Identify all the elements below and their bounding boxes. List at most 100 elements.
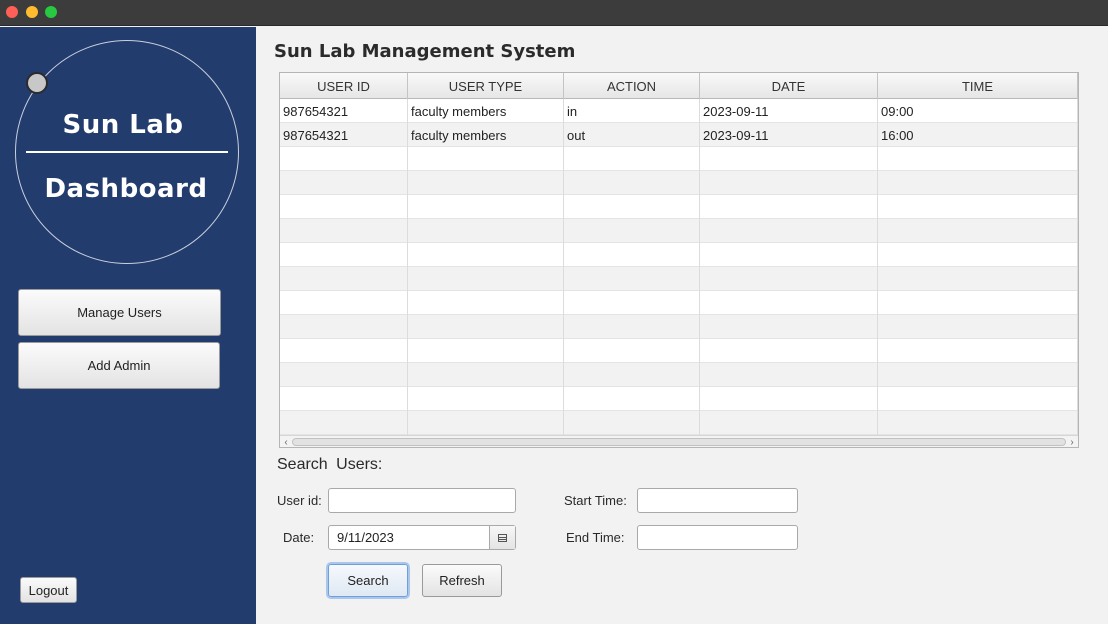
manage-users-button[interactable]: Manage Users: [18, 289, 221, 336]
column-header-date[interactable]: DATE: [700, 73, 878, 99]
empty-cell: [878, 291, 1078, 315]
empty-cell: [280, 387, 408, 411]
empty-table-row[interactable]: [280, 243, 1078, 267]
cell-date: 2023-09-11: [700, 123, 878, 147]
empty-cell: [408, 219, 564, 243]
date-picker-button[interactable]: [489, 526, 515, 549]
end-time-field[interactable]: [637, 525, 798, 550]
column-header-time[interactable]: TIME: [878, 73, 1078, 99]
column-header-action[interactable]: ACTION: [564, 73, 700, 99]
empty-cell: [878, 411, 1078, 435]
empty-cell: [700, 195, 878, 219]
horizontal-scrollbar[interactable]: ‹ ›: [280, 435, 1078, 448]
empty-table-row[interactable]: [280, 267, 1078, 291]
table-row[interactable]: 987654321 faculty members in 2023-09-11 …: [280, 99, 1078, 123]
empty-table-row[interactable]: [280, 411, 1078, 435]
empty-cell: [700, 171, 878, 195]
empty-cell: [280, 147, 408, 171]
brand-title: Sun Lab: [62, 110, 184, 140]
empty-table-row[interactable]: [280, 387, 1078, 411]
empty-cell: [564, 267, 700, 291]
empty-cell: [700, 291, 878, 315]
table-row[interactable]: 987654321 faculty members out 2023-09-11…: [280, 123, 1078, 147]
empty-cell: [280, 267, 408, 291]
empty-cell: [878, 267, 1078, 291]
empty-cell: [878, 387, 1078, 411]
user-id-field[interactable]: [328, 488, 516, 513]
column-header-user-id[interactable]: USER ID: [280, 73, 408, 99]
empty-cell: [408, 267, 564, 291]
empty-cell: [564, 147, 700, 171]
empty-cell: [878, 339, 1078, 363]
minimize-icon[interactable]: [26, 6, 38, 18]
empty-cell: [564, 243, 700, 267]
brand-subtitle: Dashboard: [44, 174, 208, 204]
empty-cell: [280, 411, 408, 435]
chevron-left-icon[interactable]: ‹: [280, 436, 292, 448]
empty-cell: [408, 411, 564, 435]
empty-cell: [408, 387, 564, 411]
brand-divider: [26, 151, 228, 153]
empty-cell: [564, 411, 700, 435]
empty-cell: [564, 195, 700, 219]
empty-table-row[interactable]: [280, 219, 1078, 243]
empty-cell: [408, 195, 564, 219]
empty-cell: [280, 291, 408, 315]
empty-table-row[interactable]: [280, 363, 1078, 387]
empty-cell: [878, 243, 1078, 267]
table-header: USER ID USER TYPE ACTION DATE TIME: [280, 73, 1078, 99]
empty-cell: [564, 219, 700, 243]
date-label: Date:: [283, 530, 315, 545]
empty-table-row[interactable]: [280, 147, 1078, 171]
empty-cell: [280, 243, 408, 267]
close-icon[interactable]: [6, 6, 18, 18]
empty-cell: [700, 363, 878, 387]
empty-cell: [280, 171, 408, 195]
refresh-button[interactable]: Refresh: [422, 564, 502, 597]
search-button[interactable]: Search: [328, 564, 408, 597]
empty-cell: [564, 315, 700, 339]
date-picker[interactable]: 9/11/2023: [328, 525, 516, 550]
cell-date: 2023-09-11: [700, 99, 878, 123]
empty-cell: [280, 363, 408, 387]
empty-cell: [408, 315, 564, 339]
cell-action: out: [564, 123, 700, 147]
cell-time: 16:00: [878, 123, 1078, 147]
column-header-user-type[interactable]: USER TYPE: [408, 73, 564, 99]
empty-cell: [564, 339, 700, 363]
start-time-label: Start Time:: [564, 493, 627, 508]
empty-table-row[interactable]: [280, 171, 1078, 195]
empty-cell: [408, 363, 564, 387]
empty-cell: [408, 339, 564, 363]
chevron-right-icon[interactable]: ›: [1066, 436, 1078, 448]
empty-table-row[interactable]: [280, 339, 1078, 363]
app-window: Sun Lab Dashboard Manage Users Add Admin…: [0, 0, 1108, 624]
add-admin-button[interactable]: Add Admin: [18, 342, 220, 389]
page-title: Sun Lab Management System: [274, 41, 576, 62]
empty-cell: [564, 171, 700, 195]
empty-cell: [280, 219, 408, 243]
cell-time: 09:00: [878, 99, 1078, 123]
logout-button[interactable]: Logout: [20, 577, 77, 603]
empty-cell: [700, 339, 878, 363]
empty-cell: [878, 363, 1078, 387]
empty-cell: [280, 195, 408, 219]
empty-table-row[interactable]: [280, 291, 1078, 315]
start-time-field[interactable]: [637, 488, 798, 513]
empty-table-row[interactable]: [280, 315, 1078, 339]
empty-cell: [408, 291, 564, 315]
cell-user-type: faculty members: [408, 123, 564, 147]
empty-cell: [878, 195, 1078, 219]
cell-user-id: 987654321: [280, 123, 408, 147]
empty-cell: [878, 171, 1078, 195]
empty-cell: [878, 147, 1078, 171]
empty-cell: [700, 315, 878, 339]
scrollbar-thumb[interactable]: [292, 438, 1066, 446]
empty-cell: [564, 291, 700, 315]
empty-table-row[interactable]: [280, 195, 1078, 219]
empty-cell: [700, 243, 878, 267]
records-table: USER ID USER TYPE ACTION DATE TIME 98765…: [279, 72, 1079, 448]
date-field-value[interactable]: 9/11/2023: [337, 526, 394, 549]
cell-user-type: faculty members: [408, 99, 564, 123]
zoom-icon[interactable]: [45, 6, 57, 18]
